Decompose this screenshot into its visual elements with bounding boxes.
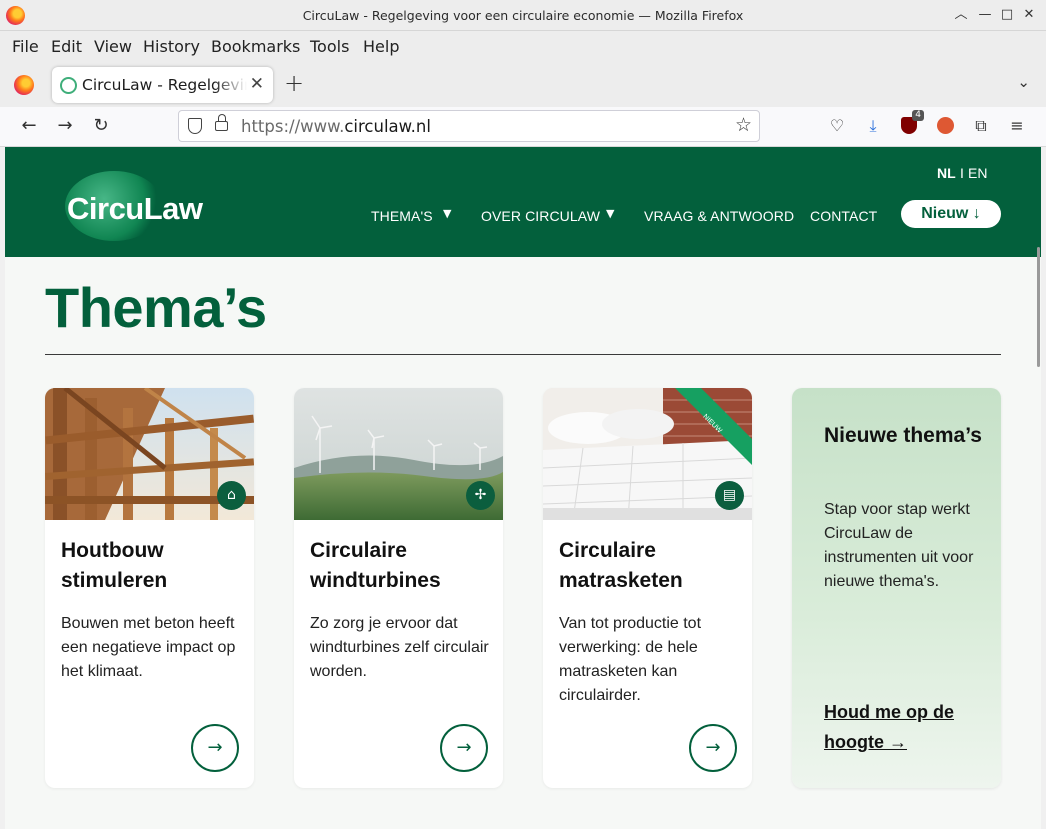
card-text: Zo zorg je ervoor dat windturbines zelf … (310, 615, 489, 680)
chevron-up-icon[interactable]: ︿ (951, 5, 971, 25)
arrow-right-button[interactable]: → (191, 724, 239, 772)
window-title: CircuLaw - Regelgeving voor een circulai… (302, 8, 744, 23)
tab-title: CircuLaw - Regelgeving voor een circulai… (82, 76, 247, 94)
menu-file[interactable]: File (12, 37, 39, 56)
menu-history[interactable]: History (143, 37, 200, 56)
forward-arrow-icon[interactable]: → (53, 115, 77, 136)
lang-separator: I (960, 165, 964, 181)
new-tab-button[interactable]: + (284, 69, 304, 97)
menu-tools[interactable]: Tools (310, 37, 349, 56)
theme-card-windturbines[interactable]: ✢ Circulaire windturbines Zo zorg je erv… (294, 388, 503, 788)
lock-icon[interactable] (215, 114, 228, 131)
downloads-icon[interactable]: ⤓ (862, 115, 884, 137)
card-text: Van tot productie tot verwerking: de hel… (559, 615, 702, 704)
circulaw-logo[interactable]: CircuLaw (67, 191, 203, 227)
app-menu-hamburger-icon[interactable]: ≡ (1006, 115, 1028, 137)
mattress-icon: ▤ (715, 481, 744, 510)
divider (45, 354, 1001, 355)
arrow-right-button[interactable]: → (689, 724, 737, 772)
menu-edit[interactable]: Edit (51, 37, 82, 56)
wind-turbine-icon: ✢ (466, 481, 495, 510)
tracking-protection-shield-icon[interactable] (188, 118, 202, 134)
theme-card-matrasketen[interactable]: NIEUW ▤ Circulaire matrasketen Van tot p… (543, 388, 752, 788)
firefox-view-icon[interactable] (14, 75, 34, 95)
pocket-icon[interactable]: ♡ (826, 115, 848, 137)
extension-badge: 4 (912, 110, 924, 121)
nav-contact[interactable]: CONTACT (810, 208, 877, 224)
nav-over-circulaw[interactable]: OVER CIRCULAW (481, 208, 600, 224)
theme-card-houtbouw[interactable]: ⌂ Houtbouw stimuleren Bouwen met beton h… (45, 388, 254, 788)
page-scrollbar[interactable] (1037, 247, 1040, 367)
card-title[interactable]: Circulaire windturbines (310, 536, 495, 596)
promo-text: Stap voor stap werkt CircuLaw de instrum… (824, 501, 974, 590)
tab-list-chevron-down-icon[interactable]: ⌄ (1017, 73, 1030, 91)
bookmark-star-icon[interactable]: ☆ (735, 114, 752, 136)
arrow-right-button[interactable]: → (440, 724, 488, 772)
ublock-extension-icon[interactable]: 4 (898, 110, 924, 137)
reload-icon[interactable]: ↻ (89, 115, 113, 136)
circulaw-favicon-icon (60, 77, 77, 94)
maximize-button[interactable]: □ (997, 5, 1017, 25)
menu-help[interactable]: Help (363, 37, 399, 56)
card-text: Bouwen met beton heeft een negatieve imp… (61, 615, 236, 680)
nieuw-button[interactable]: Nieuw ↓ (901, 200, 1001, 228)
address-bar[interactable]: https://www.circulaw.nl ☆ (178, 110, 760, 142)
card-title[interactable]: Circulaire matrasketen (559, 536, 744, 596)
chevron-down-icon[interactable]: ▼ (443, 207, 451, 220)
web-page: CircuLaw NL I EN THEMA'S ▼ OVER CIRCULAW… (5, 147, 1041, 829)
house-frame-icon: ⌂ (217, 481, 246, 510)
card-title[interactable]: Houtbouw stimuleren (61, 536, 246, 596)
promo-title: Nieuwe thema’s (824, 424, 982, 447)
extensions-puzzle-icon[interactable]: ⧉ (970, 115, 992, 137)
chevron-down-icon[interactable]: ▼ (606, 207, 614, 220)
duckduckgo-extension-icon[interactable] (934, 115, 956, 137)
promo-card-nieuwe-themas: Nieuwe thema’s Stap voor stap werkt Circ… (792, 388, 1001, 788)
tabbar: CircuLaw - Regelgeving voor een circulai… (0, 61, 1046, 107)
close-tab-icon[interactable]: ✕ (250, 74, 264, 94)
page-title: Thema’s (45, 276, 267, 339)
back-arrow-icon[interactable]: ← (17, 115, 41, 136)
menu-view[interactable]: View (94, 37, 132, 56)
nav-vraag-antwoord[interactable]: VRAAG & ANTWOORD (644, 208, 794, 224)
nav-themas[interactable]: THEMA'S (371, 208, 433, 224)
houd-me-op-de-hoogte-link[interactable]: Houd me op de hoogte → (824, 697, 984, 757)
window-titlebar: CircuLaw - Regelgeving voor een circulai… (0, 0, 1046, 31)
site-header: CircuLaw NL I EN THEMA'S ▼ OVER CIRCULAW… (5, 147, 1041, 257)
close-window-button[interactable]: ✕ (1019, 5, 1039, 25)
url-text[interactable]: https://www.circulaw.nl (241, 117, 431, 136)
tab-circulaw[interactable]: CircuLaw - Regelgeving voor een circulai… (52, 67, 273, 103)
minimize-button[interactable]: — (975, 5, 995, 25)
menubar: File Edit View History Bookmarks Tools H… (0, 31, 1046, 61)
lang-nl-link[interactable]: NL (937, 165, 956, 181)
navigation-toolbar: ← → ↻ https://www.circulaw.nl ☆ ♡ ⤓ 4 ⧉ … (0, 107, 1046, 147)
menu-bookmarks[interactable]: Bookmarks (211, 37, 300, 56)
lang-en-link[interactable]: EN (968, 165, 987, 181)
